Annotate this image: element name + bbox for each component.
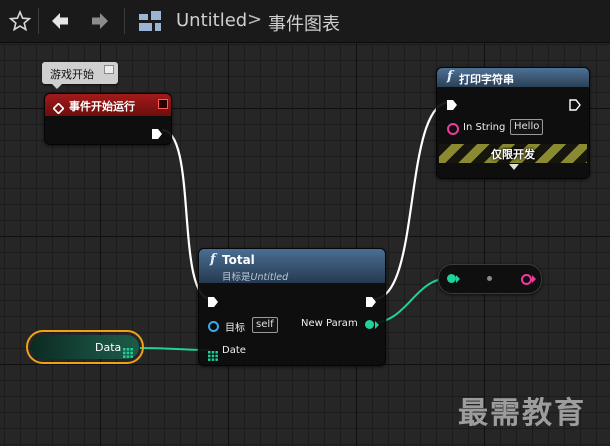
event-graph-icon bbox=[134, 6, 166, 36]
event-node-header: 事件开始运行 bbox=[45, 94, 171, 116]
graph-toolbar: Untitled > 事件图表 bbox=[0, 0, 610, 43]
function-icon: f bbox=[210, 252, 216, 267]
expand-arrow-icon[interactable] bbox=[509, 164, 519, 170]
event-diamond-icon bbox=[52, 99, 65, 115]
function-icon: f bbox=[447, 69, 453, 84]
event-begin-play-node[interactable]: 事件开始运行 bbox=[44, 93, 172, 145]
exec-out-pin[interactable] bbox=[365, 293, 377, 312]
target-label: 目标 bbox=[225, 323, 245, 334]
subtitle-target: Untitled bbox=[250, 272, 289, 283]
total-node-subtitle: 目标是Untitled bbox=[222, 269, 288, 283]
target-self-input[interactable]: self bbox=[252, 317, 278, 333]
struct-out-pin[interactable] bbox=[365, 320, 374, 329]
exec-out-pin[interactable] bbox=[151, 125, 163, 144]
exec-in-pin[interactable] bbox=[446, 96, 458, 115]
data-variable-node[interactable]: Data bbox=[26, 330, 144, 364]
data-node-body: Data bbox=[31, 335, 139, 359]
subtitle-prefix: 目标是 bbox=[222, 272, 251, 283]
date-label: Date bbox=[222, 345, 246, 356]
exec-in-pin[interactable] bbox=[207, 293, 219, 312]
breadcrumb-graph-type: 事件图表 bbox=[268, 14, 340, 35]
event-node-title: 事件开始运行 bbox=[69, 100, 135, 113]
toolbar-divider bbox=[38, 8, 39, 34]
comment-pin-icon[interactable] bbox=[104, 65, 114, 74]
star-icon[interactable] bbox=[4, 6, 36, 36]
string-pin-icon[interactable] bbox=[447, 123, 459, 135]
development-only-label: 仅限开发 bbox=[491, 148, 535, 161]
comment-pointer bbox=[52, 84, 62, 89]
array-pin-icon[interactable] bbox=[208, 346, 218, 365]
print-string-node[interactable]: f 打印字符串 In String Hello 仅限开发 bbox=[436, 67, 590, 179]
data-node-label: Data bbox=[95, 341, 122, 354]
pin-arrow-icon bbox=[456, 275, 460, 283]
new-param-label: New Param bbox=[301, 318, 358, 329]
in-string-input[interactable]: Hello bbox=[510, 119, 544, 135]
toolbar-divider bbox=[124, 8, 125, 34]
total-node-title: Total bbox=[222, 253, 255, 267]
pin-arrow-icon bbox=[532, 275, 536, 283]
breadcrumb-separator: > bbox=[247, 9, 263, 30]
total-node-header: f Total 目标是Untitled bbox=[199, 249, 385, 283]
print-node-title: 打印字符串 bbox=[459, 73, 514, 86]
reroute-node[interactable] bbox=[438, 264, 542, 294]
reroute-output-pin[interactable] bbox=[521, 274, 532, 285]
breadcrumb-graph-name[interactable]: Untitled bbox=[176, 10, 247, 31]
exec-out-pin[interactable] bbox=[569, 96, 581, 115]
reroute-input-pin[interactable] bbox=[447, 274, 456, 283]
in-string-label: In String bbox=[463, 122, 506, 133]
print-node-header: f 打印字符串 bbox=[437, 68, 589, 87]
development-only-banner: 仅限开发 bbox=[439, 144, 587, 163]
array-pin-icon[interactable] bbox=[123, 343, 133, 362]
object-pin-icon[interactable] bbox=[208, 321, 219, 332]
reroute-dot-icon bbox=[487, 276, 492, 281]
forward-arrow-icon[interactable] bbox=[86, 6, 114, 36]
pin-arrow-icon bbox=[375, 321, 379, 329]
comment-text: 游戏开始 bbox=[50, 68, 94, 81]
comment-bubble[interactable]: 游戏开始 bbox=[42, 62, 118, 89]
delegate-pin-icon[interactable] bbox=[158, 99, 168, 109]
back-arrow-icon[interactable] bbox=[46, 6, 74, 36]
total-function-node[interactable]: f Total 目标是Untitled 目标 self New Param Da… bbox=[198, 248, 386, 366]
watermark-logo: 最需教育 bbox=[458, 396, 586, 431]
